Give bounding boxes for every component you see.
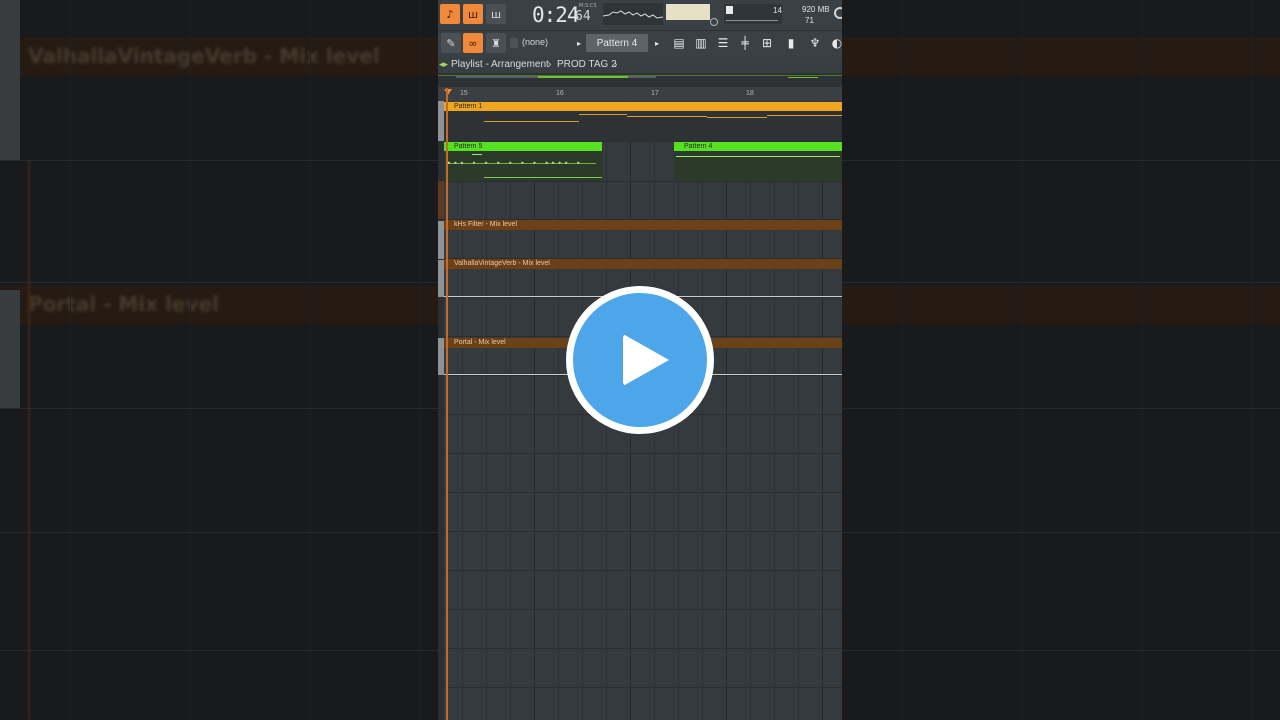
browser-icon[interactable]: ⊞ bbox=[758, 34, 776, 52]
link-icon[interactable]: ∞ bbox=[463, 33, 483, 53]
background-right-blur bbox=[842, 0, 1280, 720]
video-play-button[interactable] bbox=[566, 286, 714, 434]
pattern-none-selector[interactable]: (none) bbox=[522, 37, 548, 47]
breadcrumb-chevron[interactable]: › bbox=[614, 59, 617, 70]
plugin-icon[interactable]: ♆ bbox=[806, 34, 824, 52]
play-icon bbox=[623, 334, 669, 386]
pattern-selector[interactable]: Pattern 4 bbox=[586, 34, 648, 52]
memory-value: 920 MB bbox=[802, 5, 830, 14]
clipboard-icon[interactable]: ▮ bbox=[782, 34, 800, 52]
stamp-icon[interactable]: ♜ bbox=[486, 33, 506, 53]
playhead[interactable] bbox=[446, 88, 448, 720]
snap-icon[interactable]: ♪ bbox=[440, 4, 460, 24]
ruler-bar-label: 16 bbox=[556, 90, 564, 97]
breadcrumb-separator: › bbox=[548, 59, 552, 70]
cpu-value: 14 bbox=[773, 6, 782, 15]
oscilloscope bbox=[602, 3, 664, 25]
pitch-knob-icon[interactable] bbox=[710, 18, 718, 26]
ruler-bar-label: 18 bbox=[746, 90, 754, 97]
draw-tool-icon[interactable]: ✎ bbox=[441, 33, 461, 53]
clip-pattern-4-body[interactable] bbox=[674, 151, 842, 181]
play-circle[interactable] bbox=[573, 293, 707, 427]
clip-pattern-1-body[interactable] bbox=[444, 111, 842, 141]
automation-clip-khs-filter[interactable]: kHs Filter - Mix level bbox=[444, 220, 842, 230]
channel-rack-icon[interactable]: ☰ bbox=[714, 34, 732, 52]
clip-pattern-5[interactable]: Pattern 5 bbox=[444, 142, 602, 151]
tempo-icon[interactable]: ◐ bbox=[828, 34, 842, 52]
clip-pattern-5-body[interactable]: ▸▸▸ ▸ ▸ ▸ ▸ ▸ ▸ ▸▸▸▸ ▸ bbox=[444, 151, 602, 181]
main-toolbar: ♪ ш ш 0:24 M:S:CS 64 14 920 MB 71 bbox=[438, 0, 842, 30]
mixer-icon[interactable]: ╪ bbox=[736, 34, 754, 52]
playlist-icon[interactable]: ▤ bbox=[670, 34, 688, 52]
secondary-toolbar: ✎ ∞ ♜ (none) ▸ Pattern 4 ▸ ▤ ▥ ☰ ╪ ⊞ ▮ ♆… bbox=[438, 30, 842, 57]
ruler-bar-label: 15 bbox=[460, 90, 468, 97]
polyphony-value: 71 bbox=[805, 16, 814, 25]
song-time: 0:24 bbox=[532, 3, 580, 27]
automation-clip-valhalla[interactable]: ValhallaVintageVerb - Mix level bbox=[444, 259, 842, 269]
timeline-ruler[interactable]: 15 16 17 18 bbox=[438, 87, 842, 101]
step-edit-icon[interactable]: ш bbox=[486, 4, 506, 24]
pattern-next-icon[interactable]: ▸ bbox=[648, 34, 666, 52]
breadcrumb-current[interactable]: PROD TAG 2 bbox=[557, 59, 617, 70]
breadcrumb: ◂▸ Playlist - Arrangement › PROD TAG 2 › bbox=[438, 57, 842, 73]
typing-keyboard-icon[interactable]: ш bbox=[463, 4, 483, 24]
lock-icon[interactable] bbox=[510, 38, 518, 48]
background-left-blur: ValhallaVintageVerb - Mix level Portal -… bbox=[0, 0, 438, 720]
breadcrumb-title: Playlist - Arrangement bbox=[451, 59, 549, 70]
piano-roll-icon[interactable]: ▥ bbox=[692, 34, 710, 52]
power-icon[interactable] bbox=[834, 7, 842, 19]
clip-pattern-4[interactable]: Pattern 4 bbox=[674, 142, 842, 151]
playlist-overview-scrollbar[interactable] bbox=[438, 73, 842, 87]
song-time-centiseconds: 64 bbox=[575, 9, 591, 24]
master-volume[interactable] bbox=[666, 4, 710, 20]
playlist-arrows-icon[interactable]: ◂▸ bbox=[439, 59, 448, 70]
clip-pattern-1[interactable]: Pattern 1 bbox=[444, 102, 842, 111]
ruler-bar-label: 17 bbox=[651, 90, 659, 97]
